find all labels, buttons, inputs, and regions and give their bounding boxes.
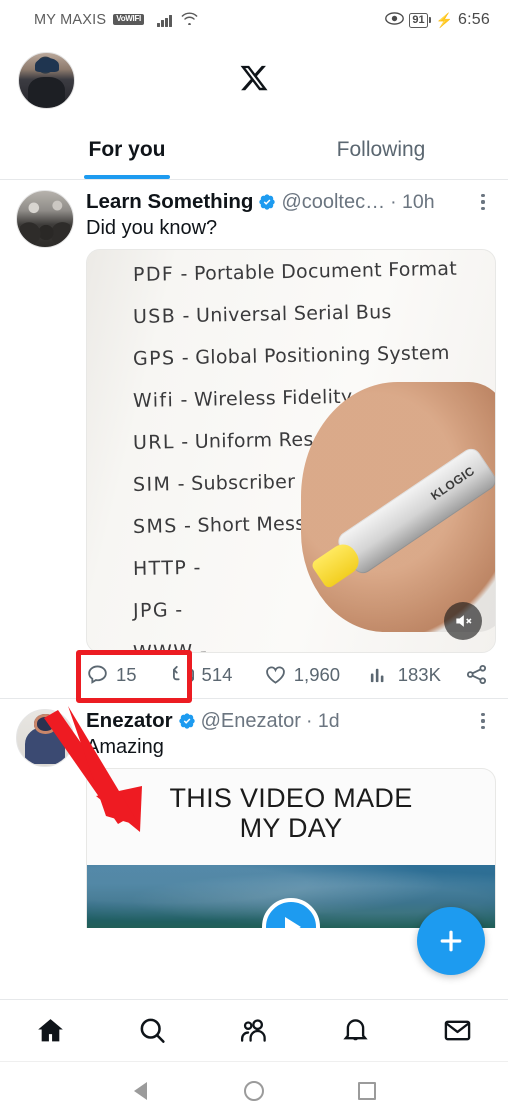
list-item: GPS - Global Positioning System	[132, 341, 450, 370]
envelope-icon	[444, 1020, 470, 1041]
status-bar-right: 91 ⚡ 6:56	[385, 11, 490, 29]
signal-bars-icon	[156, 14, 172, 27]
tweet-avatar-column	[16, 190, 74, 696]
author-name[interactable]: Enezator	[86, 709, 173, 733]
status-bar-left: MY MAXIS VoWIFI	[34, 11, 198, 29]
android-home-button[interactable]	[241, 1078, 267, 1104]
eye-icon	[385, 11, 405, 29]
tweet-media-video[interactable]: THIS VIDEO MADE MY DAY	[86, 768, 496, 928]
android-back-button[interactable]	[128, 1078, 154, 1104]
list-item: WWW -	[132, 640, 208, 653]
bell-icon	[343, 1019, 368, 1041]
communities-icon	[241, 1019, 267, 1042]
reply-count: 15	[116, 663, 137, 685]
tweet-text: Did you know?	[86, 217, 218, 239]
phone-screen: MY MAXIS VoWIFI 91 ⚡ 6:56 For you Follow…	[0, 0, 508, 1119]
android-navigation-bar	[0, 1061, 508, 1119]
triangle-back-icon	[134, 1081, 148, 1100]
like-count: 1,960	[293, 663, 341, 685]
bottom-navigation	[0, 999, 508, 1061]
tweet-avatar-column	[16, 709, 74, 928]
more-options-icon[interactable]	[470, 713, 496, 729]
mute-toggle-icon[interactable]	[444, 602, 482, 640]
compose-tweet-button[interactable]	[417, 907, 485, 975]
views-button[interactable]: 183K	[368, 663, 465, 686]
feed-tabs: For you Following	[0, 120, 508, 180]
author-handle[interactable]: @Enezator	[201, 710, 301, 733]
engagement-bar: 15 514 1,960 183K	[76, 650, 496, 703]
verified-badge-icon	[258, 193, 276, 211]
battery-tip	[428, 17, 431, 23]
repost-count: 514	[201, 663, 233, 685]
battery-indicator: 91	[409, 12, 431, 28]
avatar[interactable]	[18, 51, 75, 109]
tweet-timestamp: · 1d	[305, 709, 340, 732]
android-recents-button[interactable]	[354, 1078, 380, 1104]
home-icon	[38, 1019, 64, 1042]
tweet-body: Learn Something @cooltec… · 10h Did you …	[74, 190, 496, 703]
timeline-feed[interactable]: Learn Something @cooltec… · 10h Did you …	[0, 180, 508, 999]
wifi-icon	[181, 11, 198, 29]
nav-communities[interactable]	[203, 1016, 305, 1045]
play-triangle-icon	[285, 917, 301, 928]
avatar[interactable]	[16, 709, 74, 767]
app-header	[0, 40, 508, 120]
tab-for-you-label: For you	[88, 137, 166, 161]
tweet-text: Amazing	[86, 736, 164, 758]
tab-following[interactable]: Following	[254, 120, 508, 179]
tab-for-you[interactable]: For you	[0, 120, 254, 179]
nav-search[interactable]	[102, 1016, 204, 1045]
tweet-item[interactable]: Enezator @Enezator · 1d Amazing THIS VID…	[0, 699, 508, 928]
list-item: USB - Universal Serial Bus	[132, 301, 392, 328]
video-title-line-2: MY DAY	[239, 813, 343, 844]
video-title-overlay: THIS VIDEO MADE MY DAY	[87, 769, 495, 843]
nav-home[interactable]	[0, 1016, 102, 1045]
plus-icon	[440, 930, 462, 952]
square-recents-icon	[358, 1081, 377, 1100]
x-logo	[0, 63, 508, 98]
battery-level: 91	[409, 12, 428, 28]
tweet-body: Enezator @Enezator · 1d Amazing THIS VID…	[74, 709, 496, 928]
author-name[interactable]: Learn Something	[86, 190, 253, 214]
search-icon	[140, 1018, 165, 1043]
pen-brand-label: KLOGIC	[428, 463, 478, 503]
reply-button[interactable]: 15	[86, 663, 172, 686]
tweet-header: Learn Something @cooltec… · 10h	[86, 190, 496, 214]
tab-following-label: Following	[336, 137, 426, 161]
tab-active-underline	[84, 175, 170, 179]
vowifi-badge: VoWIFI	[113, 13, 144, 25]
more-options-icon[interactable]	[470, 194, 496, 210]
video-title-line-1: THIS VIDEO MADE	[169, 783, 413, 813]
tweet-timestamp: · 10h	[390, 190, 435, 213]
nav-messages[interactable]	[406, 1016, 508, 1045]
author-handle[interactable]: @cooltec…	[281, 191, 385, 214]
tweet-header: Enezator @Enezator · 1d	[86, 709, 496, 733]
status-bar: MY MAXIS VoWIFI 91 ⚡ 6:56	[0, 0, 508, 40]
view-count: 183K	[397, 663, 441, 685]
circle-home-icon	[243, 1080, 264, 1101]
verified-badge-icon	[178, 712, 196, 730]
repost-button[interactable]: 514	[172, 663, 264, 686]
tweet-item[interactable]: Learn Something @cooltec… · 10h Did you …	[0, 180, 508, 703]
tweet-media-video[interactable]: PDF - Portable Document Format USB - Uni…	[86, 249, 496, 653]
charging-bolt-icon: ⚡	[435, 11, 454, 28]
avatar[interactable]	[16, 190, 74, 248]
clock: 6:56	[458, 11, 490, 28]
nav-notifications[interactable]	[305, 1016, 407, 1045]
share-button[interactable]	[465, 663, 488, 686]
carrier-label: MY MAXIS	[34, 12, 107, 28]
like-button[interactable]: 1,960	[264, 663, 368, 686]
